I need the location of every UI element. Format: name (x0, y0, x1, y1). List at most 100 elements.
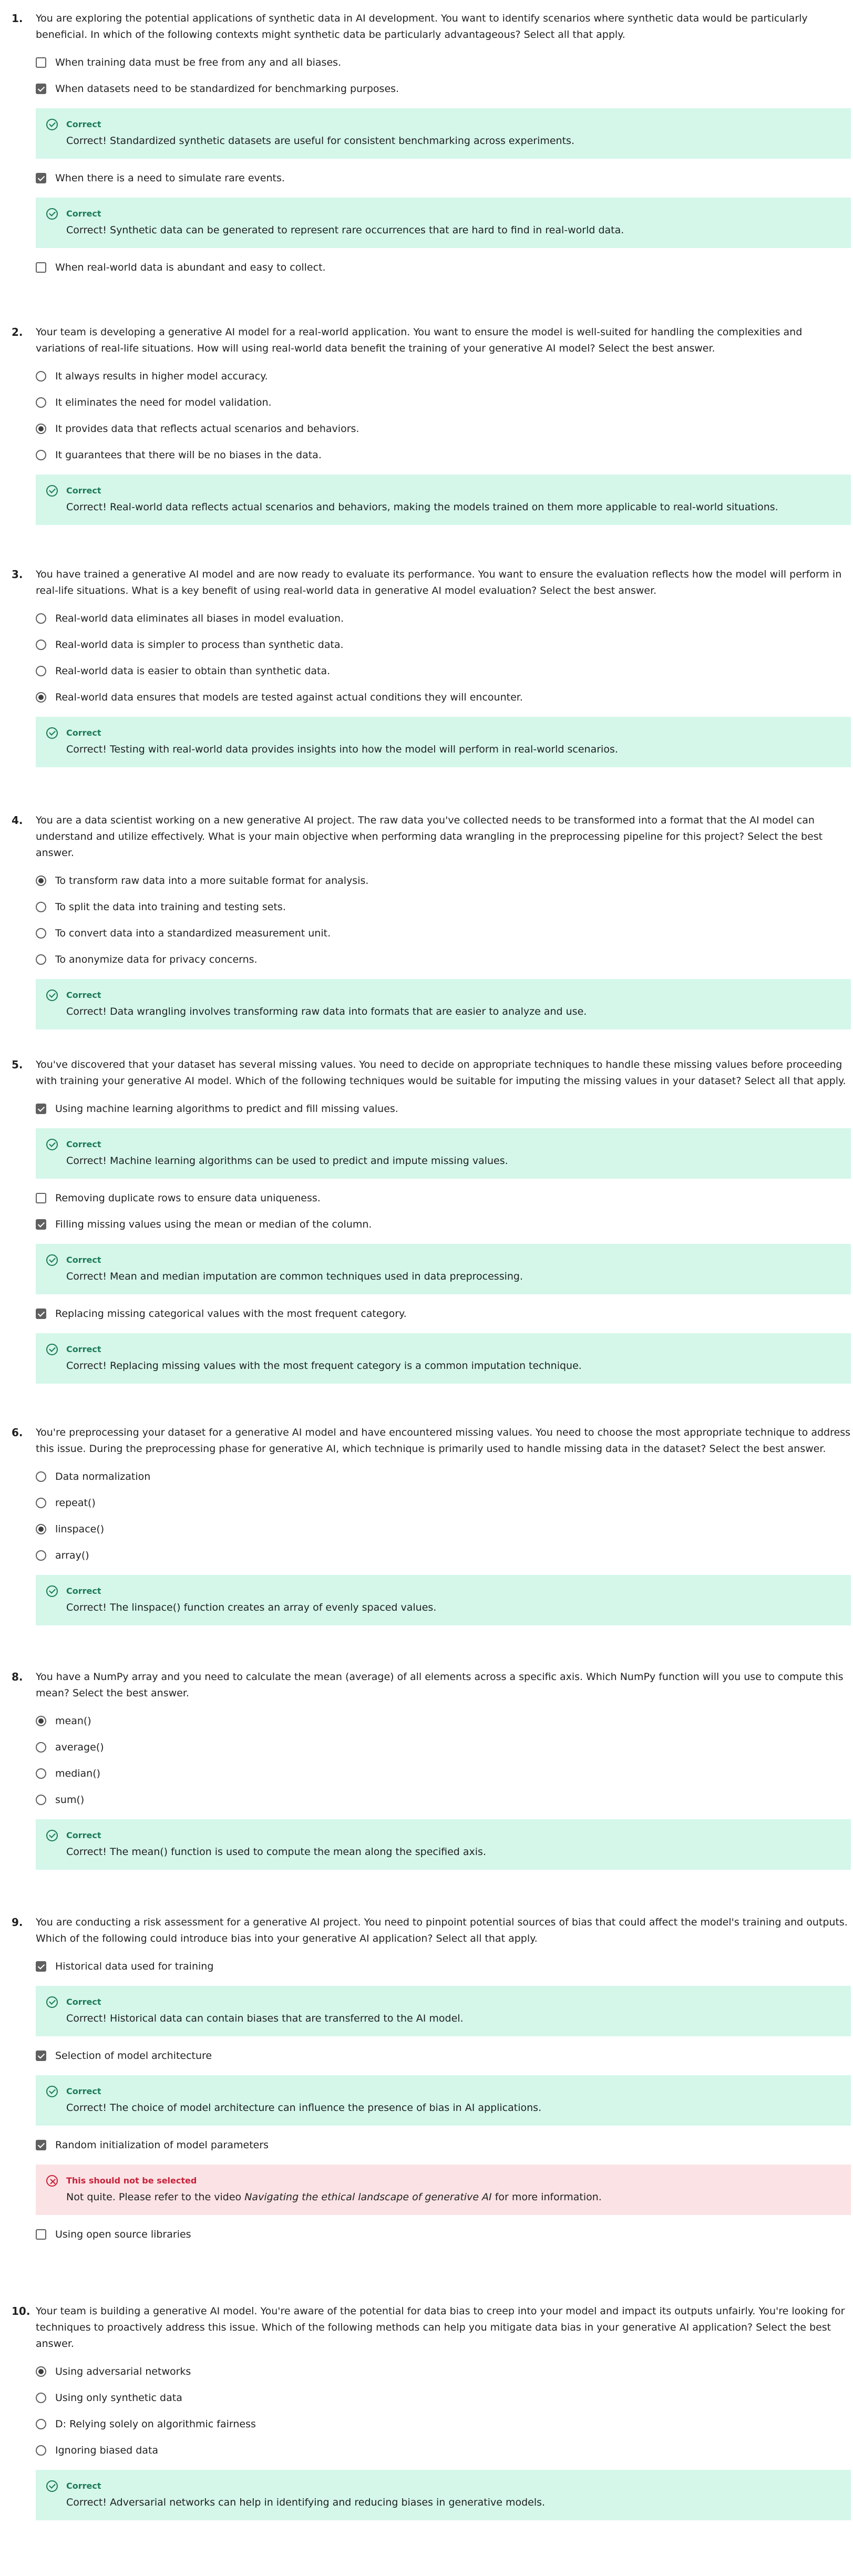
radio-icon[interactable] (36, 2366, 46, 2377)
radio-icon[interactable] (36, 1498, 46, 1508)
check-circle-icon (46, 1139, 58, 1150)
question-text: You've discovered that your dataset has … (36, 1059, 846, 1087)
radio-option[interactable]: To anonymize data for privacy concerns. (36, 953, 852, 966)
checkbox-icon[interactable] (36, 2140, 46, 2150)
checkbox-option[interactable]: When datasets need to be standardized fo… (36, 82, 852, 96)
option-label: Using only synthetic data (55, 2392, 182, 2404)
radio-icon[interactable] (36, 1742, 46, 1753)
feedback-text: Correct! Standardized synthetic datasets… (66, 135, 574, 147)
feedback-title: Correct (66, 1830, 101, 1840)
radio-icon[interactable] (36, 2419, 46, 2429)
checkbox-icon[interactable] (36, 1104, 46, 1114)
checkbox-option[interactable]: Selection of model architecture (36, 2049, 852, 2063)
radio-icon[interactable] (36, 640, 46, 650)
radio-icon[interactable] (36, 371, 46, 382)
radio-option[interactable]: Using adversarial networks (36, 2365, 852, 2378)
radio-icon[interactable] (36, 902, 46, 912)
radio-icon[interactable] (36, 875, 46, 886)
radio-icon[interactable] (36, 1471, 46, 1482)
option-label: Removing duplicate rows to ensure data u… (55, 1192, 321, 1204)
checkbox-option[interactable]: When there is a need to simulate rare ev… (36, 171, 852, 185)
radio-option[interactable]: Real-world data eliminates all biases in… (36, 612, 852, 625)
feedback-title: Correct (66, 486, 101, 496)
checkbox-icon[interactable] (36, 2229, 46, 2240)
checkbox-icon[interactable] (36, 57, 46, 68)
feedback-correct: Correct Correct! Adversarial networks can… (36, 2470, 851, 2520)
checkbox-option[interactable]: Using machine learning algorithms to pre… (36, 1102, 852, 1116)
radio-option[interactable]: Ignoring biased data (36, 2444, 852, 2457)
checkbox-icon[interactable] (36, 84, 46, 94)
radio-icon[interactable] (36, 450, 46, 460)
radio-icon[interactable] (36, 954, 46, 965)
radio-option[interactable]: Real-world data is easier to obtain than… (36, 664, 852, 678)
radio-option[interactable]: To convert data into a standardized meas… (36, 926, 852, 940)
question-text: You're preprocessing your dataset for a … (36, 1427, 850, 1455)
checkbox-option[interactable]: Removing duplicate rows to ensure data u… (36, 1191, 852, 1205)
option-label: D: Relying solely on algorithmic fairnes… (55, 2418, 256, 2430)
checkbox-icon[interactable] (36, 1219, 46, 1230)
question-block: 8. You have a NumPy array and you need to… (12, 1669, 852, 1870)
radio-icon[interactable] (36, 397, 46, 408)
radio-icon[interactable] (36, 2445, 46, 2456)
question-text: Your team is building a generative AI mo… (36, 2305, 845, 2350)
checkbox-icon[interactable] (36, 173, 46, 183)
radio-option[interactable]: repeat() (36, 1496, 852, 1510)
radio-option[interactable]: D: Relying solely on algorithmic fairnes… (36, 2417, 852, 2431)
radio-icon[interactable] (36, 613, 46, 624)
radio-option[interactable]: average() (36, 1740, 852, 1754)
radio-option[interactable]: It always results in higher model accura… (36, 369, 852, 383)
radio-icon[interactable] (36, 1795, 46, 1805)
radio-icon[interactable] (36, 1550, 46, 1561)
radio-icon[interactable] (36, 1768, 46, 1779)
checkbox-option[interactable]: When real-world data is abundant and eas… (36, 261, 852, 274)
radio-icon[interactable] (36, 1524, 46, 1534)
checkbox-option[interactable]: Historical data used for training (36, 1960, 852, 1973)
radio-option[interactable]: Real-world data is simpler to process th… (36, 638, 852, 652)
option-label: Replacing missing categorical values wit… (55, 1307, 407, 1320)
check-circle-icon (46, 727, 58, 739)
feedback-text: Correct! Real-world data reflects actual… (66, 501, 778, 513)
radio-icon[interactable] (36, 928, 46, 939)
feedback-correct: Correct Correct! Real-world data reflects… (36, 475, 851, 525)
radio-option[interactable]: sum() (36, 1793, 852, 1807)
radio-icon[interactable] (36, 692, 46, 703)
radio-option[interactable]: Real-world data ensures that models are … (36, 691, 852, 704)
feedback-text: Correct! The mean() function is used to … (66, 1846, 486, 1858)
radio-option[interactable]: It eliminates the need for model validat… (36, 396, 852, 409)
feedback-incorrect: This should not be selected Not quite. Pl… (36, 2165, 851, 2215)
checkbox-option[interactable]: Replacing missing categorical values wit… (36, 1307, 852, 1321)
radio-icon[interactable] (36, 424, 46, 434)
radio-icon[interactable] (36, 666, 46, 676)
feedback-text: Correct! The choice of model architectur… (66, 2102, 542, 2114)
radio-icon[interactable] (36, 1716, 46, 1726)
radio-option[interactable]: Using only synthetic data (36, 2391, 852, 2405)
radio-option[interactable]: linspace() (36, 1522, 852, 1536)
radio-option[interactable]: mean() (36, 1714, 852, 1728)
checkbox-icon[interactable] (36, 1193, 46, 1203)
radio-icon[interactable] (36, 2393, 46, 2403)
checkbox-option[interactable]: When training data must be free from any… (36, 56, 852, 69)
option-label: Historical data used for training (55, 1960, 214, 1972)
option-label: To split the data into training and test… (55, 901, 286, 913)
radio-option[interactable]: To split the data into training and test… (36, 900, 852, 914)
radio-option[interactable]: array() (36, 1549, 852, 1562)
radio-option[interactable]: Data normalization (36, 1470, 852, 1483)
checkbox-option[interactable]: Using open source libraries (36, 2228, 852, 2241)
feedback-title: Correct (66, 209, 101, 219)
radio-option[interactable]: It provides data that reflects actual sc… (36, 422, 852, 436)
checkbox-option[interactable]: Random initialization of model parameter… (36, 2138, 852, 2152)
checkbox-icon[interactable] (36, 2051, 46, 2061)
option-label: Ignoring biased data (55, 2444, 159, 2456)
question-text: You are exploring the potential applicat… (36, 13, 808, 40)
radio-option[interactable]: To transform raw data into a more suitab… (36, 874, 852, 888)
radio-option[interactable]: median() (36, 1767, 852, 1780)
feedback-text: Correct! Mean and median imputation are … (66, 1271, 523, 1282)
checkbox-icon[interactable] (36, 262, 46, 273)
option-label: To convert data into a standardized meas… (55, 927, 331, 939)
checkbox-icon[interactable] (36, 1308, 46, 1319)
checkbox-option[interactable]: Filling missing values using the mean or… (36, 1218, 852, 1231)
question-block: 3. You have trained a generative AI model… (12, 566, 852, 767)
feedback-correct: Correct Correct! Synthetic data can be ge… (36, 198, 851, 248)
radio-option[interactable]: It guarantees that there will be no bias… (36, 448, 852, 462)
checkbox-icon[interactable] (36, 1961, 46, 1972)
